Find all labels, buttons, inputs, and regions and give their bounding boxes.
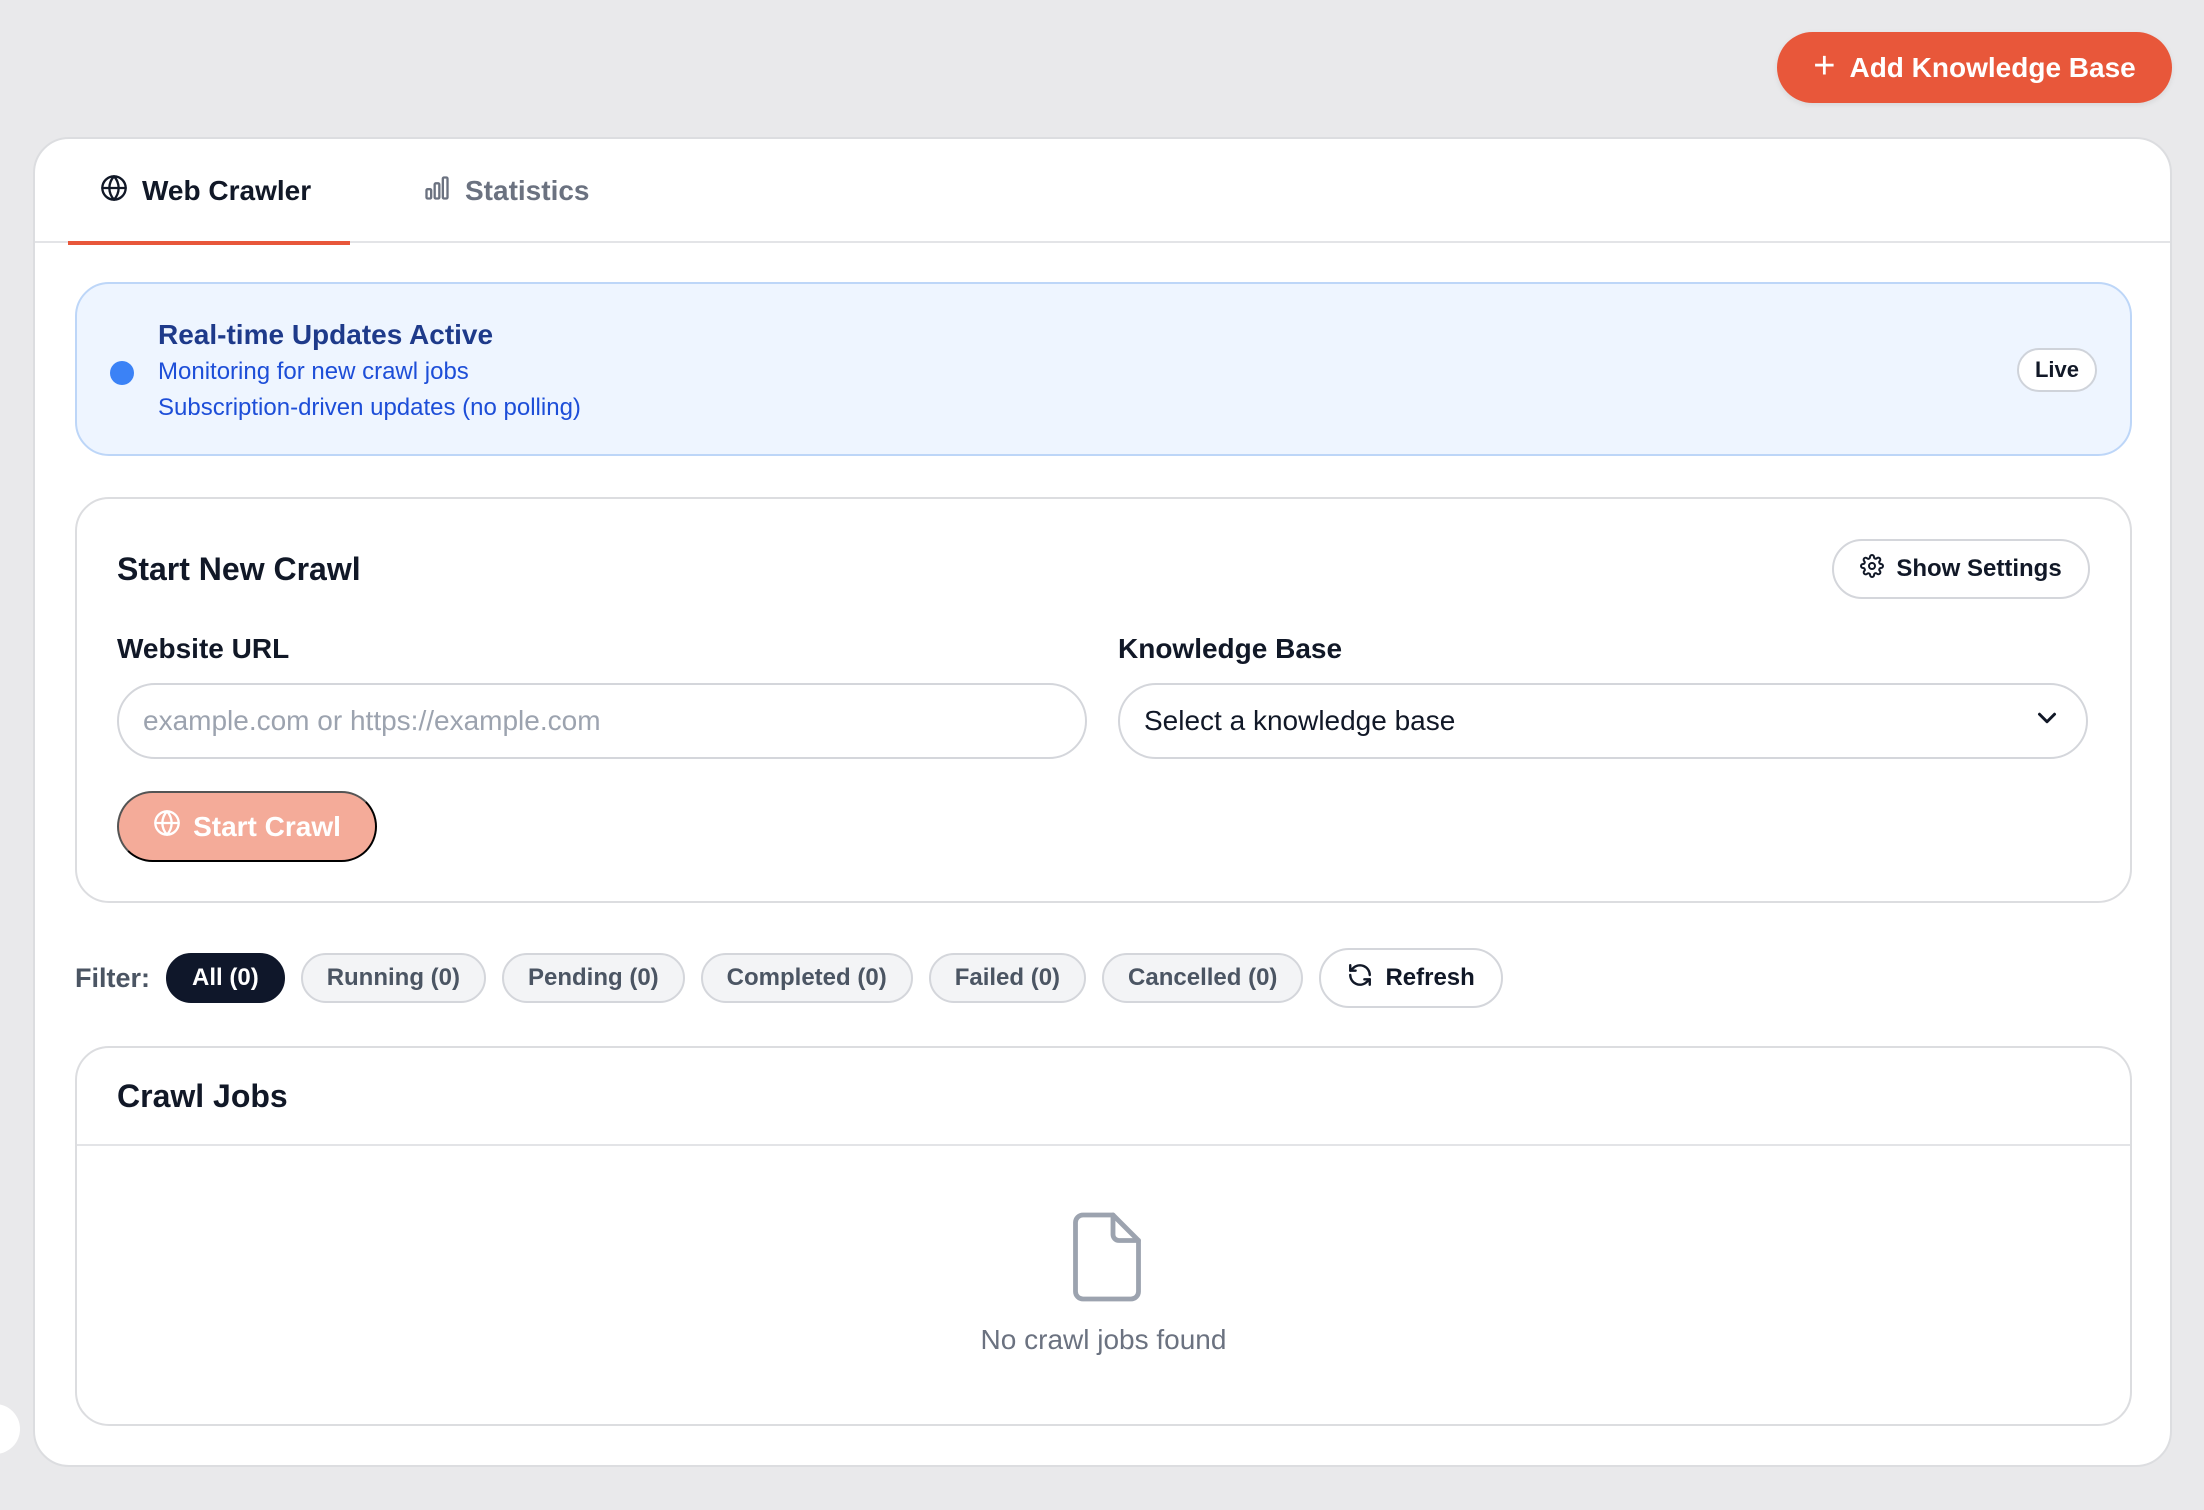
- globe-icon: [153, 809, 181, 844]
- add-knowledge-base-button[interactable]: + Add Knowledge Base: [1777, 32, 2172, 103]
- filter-running[interactable]: Running (0): [300, 953, 486, 1003]
- filter-all[interactable]: All (0): [166, 953, 285, 1003]
- status-dot-icon: [110, 361, 134, 385]
- filter-completed[interactable]: Completed (0): [700, 953, 913, 1003]
- banner-title: Real-time Updates Active: [158, 319, 494, 350]
- banner-line-1: Monitoring for new crawl jobs: [158, 358, 469, 385]
- filter-cancelled[interactable]: Cancelled (0): [1102, 953, 1304, 1003]
- chevron-down-icon: [2032, 703, 2062, 740]
- start-crawl-label: Start Crawl: [193, 810, 341, 842]
- realtime-status-banner: Real-time Updates Active Monitoring for …: [75, 282, 2132, 456]
- refresh-button[interactable]: Refresh: [1319, 948, 1503, 1008]
- globe-icon: [100, 174, 128, 209]
- knowledge-base-selected-value: Select a knowledge base: [1144, 705, 1456, 736]
- page: + Add Knowledge Base Web Crawler Statist…: [0, 0, 2204, 1510]
- crawl-jobs-heading: Crawl Jobs: [77, 1048, 2130, 1146]
- refresh-icon: [1347, 962, 1373, 995]
- banner-line-2: Subscription-driven updates (no polling): [158, 394, 581, 421]
- main-card: Web Crawler Statistics Real-time Updates…: [33, 137, 2172, 1467]
- show-settings-button[interactable]: Show Settings: [1832, 539, 2090, 599]
- tab-web-crawler[interactable]: Web Crawler: [68, 139, 350, 245]
- live-badge: Live: [2016, 348, 2097, 392]
- start-crawl-heading: Start New Crawl: [117, 551, 361, 587]
- plus-icon: +: [1813, 44, 1836, 87]
- refresh-label: Refresh: [1385, 964, 1475, 991]
- bar-chart-icon: [423, 174, 451, 209]
- website-url-input[interactable]: [117, 683, 1087, 759]
- crawl-jobs-card: Crawl Jobs No crawl jobs found: [75, 1046, 2132, 1426]
- website-url-label: Website URL: [117, 633, 290, 664]
- filter-bar: Filter: All (0) Running (0) Pending (0) …: [75, 948, 1503, 1008]
- file-icon: [1071, 1212, 1143, 1307]
- filter-pending[interactable]: Pending (0): [502, 953, 685, 1003]
- tab-bar: Web Crawler Statistics: [35, 139, 2170, 245]
- edge-handle: [0, 1404, 20, 1454]
- filter-failed[interactable]: Failed (0): [928, 953, 1087, 1003]
- start-crawl-card: Start New Crawl Show Settings Website UR…: [75, 497, 2132, 903]
- knowledge-base-label: Knowledge Base: [1118, 633, 1343, 664]
- filter-label: Filter:: [75, 962, 151, 993]
- tab-web-crawler-label: Web Crawler: [142, 175, 312, 206]
- tab-statistics[interactable]: Statistics: [389, 139, 590, 243]
- tab-statistics-label: Statistics: [465, 175, 590, 206]
- knowledge-base-select[interactable]: Select a knowledge base: [1118, 683, 2088, 759]
- add-knowledge-base-label: Add Knowledge Base: [1849, 51, 2136, 83]
- gear-icon: [1860, 553, 1885, 585]
- empty-state-text: No crawl jobs found: [980, 1324, 1227, 1355]
- show-settings-label: Show Settings: [1896, 555, 2062, 582]
- start-crawl-button[interactable]: Start Crawl: [117, 791, 377, 862]
